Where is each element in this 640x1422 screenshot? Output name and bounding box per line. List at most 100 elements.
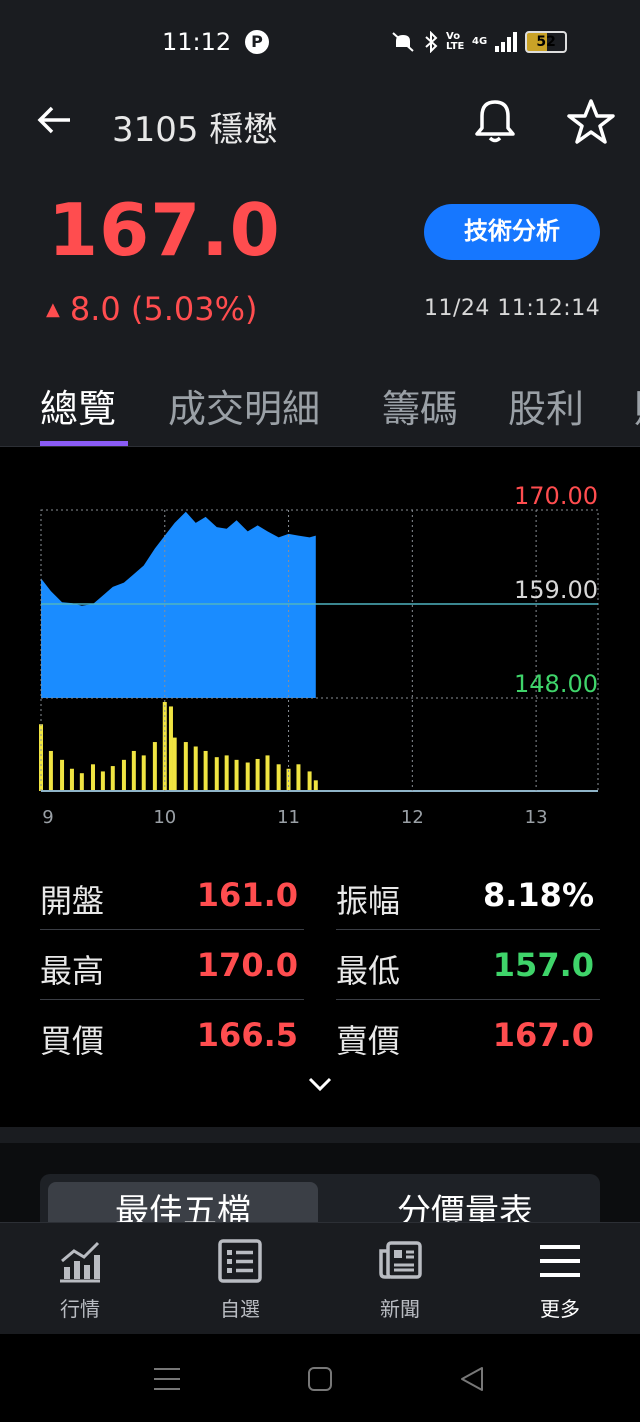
volume-bar xyxy=(234,759,239,791)
stat-label: 開盤 xyxy=(40,882,105,920)
tab-chips[interactable]: 籌碼 xyxy=(382,378,458,433)
price-change-text: 8.0 (5.03%) xyxy=(69,290,258,328)
volume-bar xyxy=(307,771,312,791)
x-tick-label: 12 xyxy=(401,807,424,828)
order-book-section: 最佳五檔 分價量表 xyxy=(0,1143,640,1222)
nav-market[interactable]: 行情 xyxy=(30,1237,130,1327)
order-book-segmented-control: 最佳五檔 分價量表 xyxy=(40,1174,600,1222)
volume-bar xyxy=(313,780,318,791)
recent-apps-icon[interactable] xyxy=(152,1364,182,1394)
current-price: 167.0 xyxy=(48,188,281,272)
stat-value: 161.0 xyxy=(196,876,298,914)
x-tick-label: 9 xyxy=(42,807,53,828)
volume-bar xyxy=(131,750,136,791)
volume-bar xyxy=(121,759,126,791)
stock-header: 3105 穩懋 167.0 技術分析 ▲ 8.0 (5.03%) 11/24 1… xyxy=(0,80,640,447)
nav-label: 行情 xyxy=(60,1297,100,1321)
menu-icon xyxy=(540,1245,580,1277)
stat-label: 最低 xyxy=(336,952,401,990)
stat-open: 開盤 161.0 xyxy=(40,862,304,930)
stat-value: 8.18% xyxy=(482,876,594,914)
battery-icon: 52 xyxy=(525,31,568,53)
back-arrow-svg xyxy=(37,106,70,134)
price-volume-tab[interactable]: 分價量表 xyxy=(330,1182,600,1222)
volume-bar xyxy=(168,706,173,791)
quote-timestamp: 11/24 11:12:14 xyxy=(424,296,601,321)
back-arrow-icon[interactable] xyxy=(36,102,72,144)
volume-bar xyxy=(214,757,219,791)
volume-bar xyxy=(79,773,84,791)
volume-bar xyxy=(265,755,270,791)
volume-bar xyxy=(296,764,301,791)
volume-bar xyxy=(183,742,188,791)
stock-title: 3105 穩懋 xyxy=(112,110,278,150)
volume-bar xyxy=(90,764,95,791)
stat-value: 157.0 xyxy=(492,946,594,984)
best-five-tab[interactable]: 最佳五檔 xyxy=(48,1182,318,1222)
bell-icon[interactable] xyxy=(470,96,520,146)
parking-badge-icon: P xyxy=(245,30,269,54)
volume-bar xyxy=(255,758,260,791)
volume-bar xyxy=(224,755,229,791)
price-change: ▲ 8.0 (5.03%) xyxy=(46,290,258,328)
stat-label: 買價 xyxy=(40,1022,105,1060)
volume-bar xyxy=(172,737,177,791)
market-chart-icon xyxy=(60,1241,100,1283)
up-triangle-icon: ▲ xyxy=(46,298,60,320)
volume-bar xyxy=(152,742,157,791)
watchlist-icon xyxy=(218,1239,262,1283)
home-icon[interactable] xyxy=(305,1364,335,1394)
technical-analysis-button[interactable]: 技術分析 xyxy=(424,204,600,260)
volume-bar xyxy=(100,771,105,791)
status-bar: 11:12 P Vo LTE 4G 52 xyxy=(0,0,640,80)
bluetooth-icon xyxy=(425,31,438,53)
intraday-chart[interactable]: 170.00 159.00 148.00 9 10 11 12 13 xyxy=(0,477,640,837)
y-tick-label: 159.00 xyxy=(514,576,598,604)
stat-label: 最高 xyxy=(40,952,105,990)
stat-label: 賣價 xyxy=(336,1022,401,1060)
intraday-chart-area: 170.00 159.00 148.00 9 10 11 12 13 開盤 161.0 振幅 … xyxy=(0,447,640,1127)
volume-bar xyxy=(69,768,74,791)
expand-chevron-icon[interactable] xyxy=(306,1074,334,1094)
nav-label: 自選 xyxy=(220,1297,260,1321)
nav-watchlist[interactable]: 自選 xyxy=(190,1237,290,1327)
bottom-nav: 行情 自選 新聞 更多 xyxy=(0,1222,640,1334)
tab-trade-details[interactable]: 成交明細 xyxy=(168,378,320,433)
nav-label: 更多 xyxy=(540,1297,580,1321)
volte-label: Vo LTE xyxy=(446,31,465,52)
signal-icon xyxy=(495,32,518,52)
network-label: 4G xyxy=(472,36,488,47)
nav-more[interactable]: 更多 xyxy=(510,1237,610,1327)
stat-high: 最高 170.0 xyxy=(40,932,304,1000)
stat-value: 170.0 xyxy=(196,946,298,984)
news-icon xyxy=(379,1241,422,1279)
nav-label: 新聞 xyxy=(380,1297,420,1321)
volume-bar xyxy=(141,755,146,791)
back-triangle-icon[interactable] xyxy=(458,1364,488,1394)
status-time: 11:12 xyxy=(162,28,232,56)
price-area xyxy=(41,511,316,698)
tab-dividend[interactable]: 股利 xyxy=(508,378,584,433)
section-divider xyxy=(0,1127,640,1143)
tab-bar: 總覽 成交明細 籌碼 股利 財 xyxy=(0,370,640,447)
x-tick-label: 11 xyxy=(277,807,300,828)
stat-value: 167.0 xyxy=(492,1016,594,1054)
star-icon[interactable] xyxy=(565,96,617,148)
stat-value: 166.5 xyxy=(196,1016,298,1054)
tab-overview[interactable]: 總覽 xyxy=(40,378,116,433)
volume-bar xyxy=(286,768,291,791)
stat-label: 振幅 xyxy=(336,882,401,920)
stat-ask: 賣價 167.0 xyxy=(336,1002,600,1070)
nav-news[interactable]: 新聞 xyxy=(350,1237,450,1327)
stat-low: 最低 157.0 xyxy=(336,932,600,1000)
volume-bar xyxy=(48,750,53,791)
volume-bar xyxy=(203,750,208,791)
tab-financials[interactable]: 財 xyxy=(634,378,640,433)
y-tick-label: 170.00 xyxy=(514,482,598,510)
volume-bar xyxy=(276,764,281,791)
volume-bar xyxy=(110,766,115,791)
stat-bid: 買價 166.5 xyxy=(40,1002,304,1070)
volume-bar xyxy=(60,759,65,791)
stat-amplitude: 振幅 8.18% xyxy=(336,862,600,930)
status-icons: Vo LTE 4G 52 xyxy=(390,28,568,56)
